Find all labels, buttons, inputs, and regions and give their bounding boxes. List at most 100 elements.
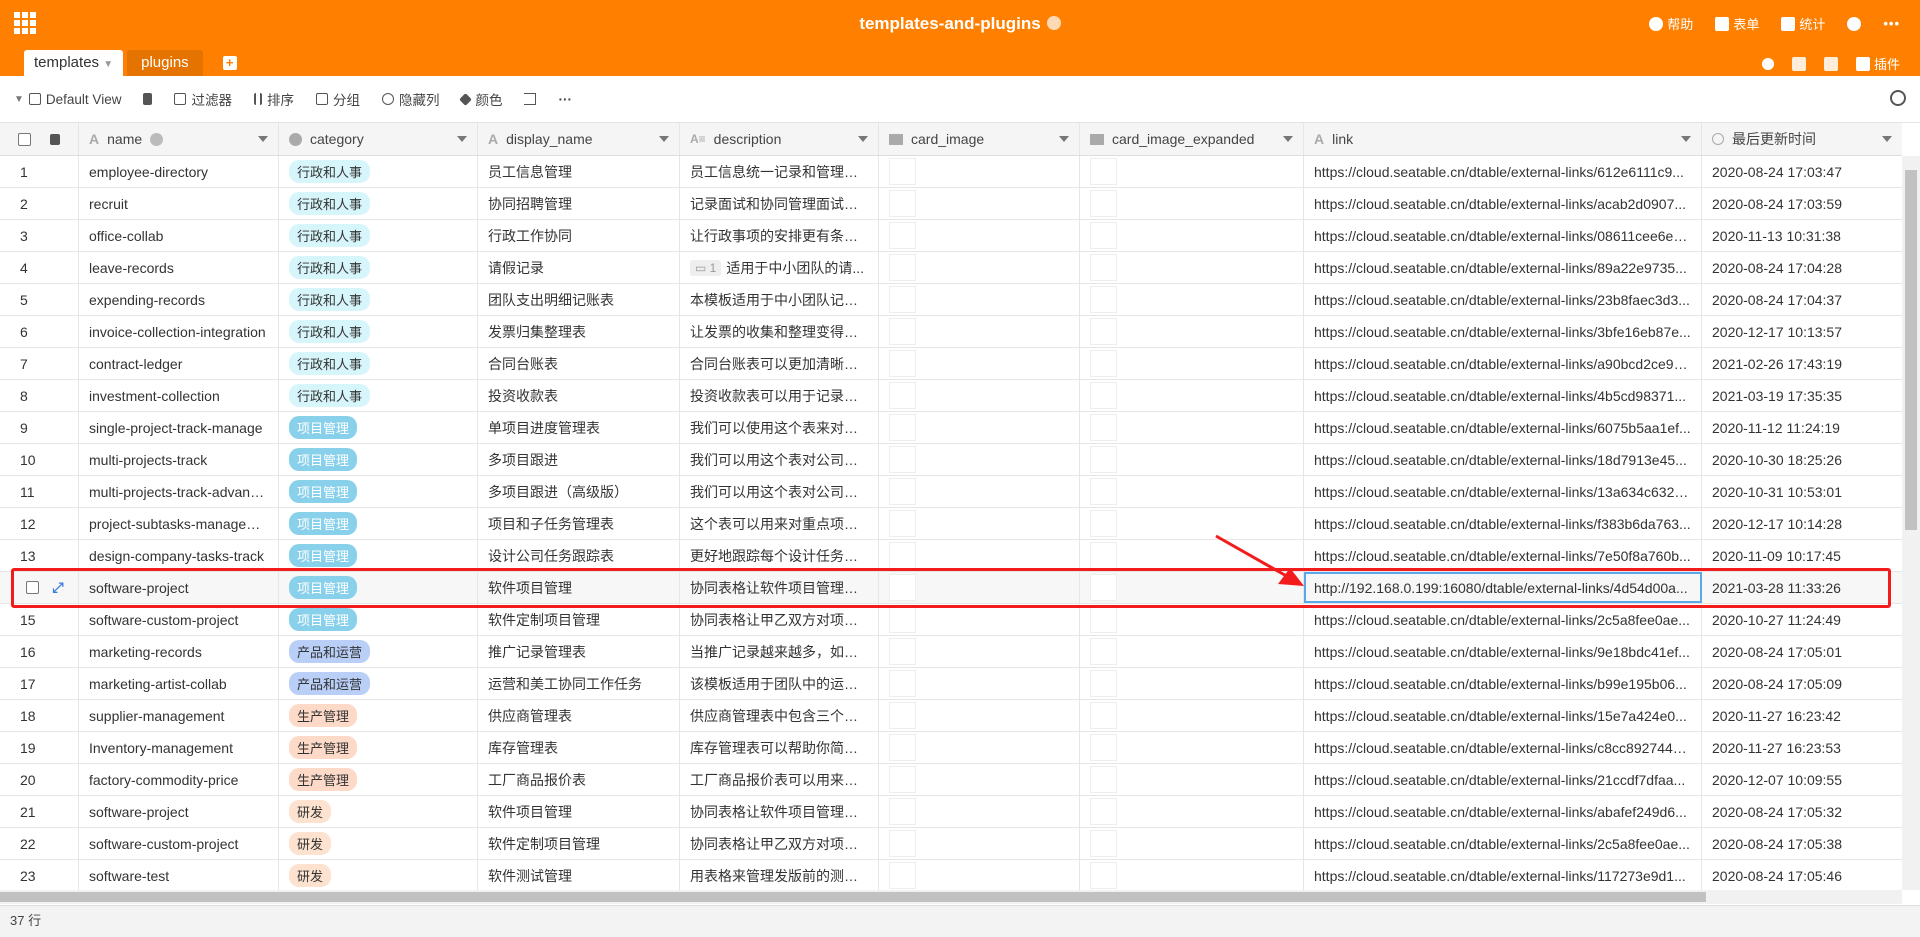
column-header-description[interactable]: A≡ description	[680, 123, 879, 155]
cell-category[interactable]: 行政和人事	[279, 252, 478, 283]
expand-row-icon[interactable]: ⤢	[52, 579, 63, 596]
cell-card-image[interactable]	[879, 860, 1080, 891]
table-row[interactable]: 22 software-custom-project 研发 软件定制项目管理 协…	[0, 828, 1902, 860]
cell-name[interactable]: office-collab	[79, 220, 279, 251]
cell-card-image-expanded[interactable]	[1080, 188, 1304, 219]
cell-card-image-expanded[interactable]	[1080, 316, 1304, 347]
cell-card-image[interactable]	[879, 348, 1080, 379]
cell-description[interactable]: 协同表格让软件项目管理更...	[680, 796, 879, 827]
cell-category[interactable]: 行政和人事	[279, 316, 478, 347]
cell-display-name[interactable]: 软件项目管理	[478, 796, 680, 827]
cell-link[interactable]: https://cloud.seatable.cn/dtable/externa…	[1304, 508, 1702, 539]
cell-name[interactable]: invoice-collection-integration	[79, 316, 279, 347]
share-icon[interactable]	[1761, 57, 1774, 70]
cell-display-name[interactable]: 库存管理表	[478, 732, 680, 763]
group-button[interactable]: 分组	[315, 89, 360, 109]
cell-card-image-expanded[interactable]	[1080, 252, 1304, 283]
cell-card-image-expanded[interactable]	[1080, 572, 1304, 603]
search-icon[interactable]	[1890, 90, 1906, 106]
cell-category[interactable]: 项目管理	[279, 476, 478, 507]
cell-link[interactable]: http://192.168.0.199:16080/dtable/extern…	[1304, 572, 1702, 603]
tab-plugins[interactable]: plugins	[127, 50, 203, 76]
cell-display-name[interactable]: 设计公司任务跟踪表	[478, 540, 680, 571]
cell-category[interactable]: 项目管理	[279, 572, 478, 603]
cell-display-name[interactable]: 运营和美工协同工作任务	[478, 668, 680, 699]
table-row[interactable]: 12 project-subtasks-managem... 项目管理 项目和子…	[0, 508, 1902, 540]
cell-card-image-expanded[interactable]	[1080, 444, 1304, 475]
cell-name[interactable]: project-subtasks-managem...	[79, 508, 279, 539]
cell-link[interactable]: https://cloud.seatable.cn/dtable/externa…	[1304, 860, 1702, 891]
cell-card-image[interactable]	[879, 732, 1080, 763]
cell-card-image[interactable]	[879, 220, 1080, 251]
view-selector[interactable]: ▼ Default View	[14, 92, 121, 107]
cell-card-image-expanded[interactable]	[1080, 636, 1304, 667]
cell-description[interactable]: 我们可以用这个表对公司中...	[680, 476, 879, 507]
cell-card-image-expanded[interactable]	[1080, 348, 1304, 379]
table-row[interactable]: 3 office-collab 行政和人事 行政工作协同 让行政事项的安排更有条…	[0, 220, 1902, 252]
cell-link[interactable]: https://cloud.seatable.cn/dtable/externa…	[1304, 476, 1702, 507]
cell-category[interactable]: 产品和运营	[279, 636, 478, 667]
cell-card-image[interactable]	[879, 572, 1080, 603]
cell-link[interactable]: https://cloud.seatable.cn/dtable/externa…	[1304, 700, 1702, 731]
cell-name[interactable]: software-custom-project	[79, 604, 279, 635]
cell-category[interactable]: 行政和人事	[279, 284, 478, 315]
cell-display-name[interactable]: 软件定制项目管理	[478, 604, 680, 635]
table-row[interactable]: 11 multi-projects-track-advanc... 项目管理 多…	[0, 476, 1902, 508]
chevron-down-icon[interactable]	[1681, 136, 1691, 142]
cell-category[interactable]: 研发	[279, 796, 478, 827]
cell-card-image-expanded[interactable]	[1080, 764, 1304, 795]
cell-name[interactable]: marketing-records	[79, 636, 279, 667]
add-table-button[interactable]: +	[222, 56, 237, 70]
cell-card-image[interactable]	[879, 508, 1080, 539]
cell-description[interactable]: 本模板适用于中小团队记录...	[680, 284, 879, 315]
cell-name[interactable]: supplier-management	[79, 700, 279, 731]
cell-description[interactable]: 更好地跟踪每个设计任务的...	[680, 540, 879, 571]
column-header-card-image-expanded[interactable]: card_image_expanded	[1080, 123, 1304, 155]
column-header-category[interactable]: category	[279, 123, 478, 155]
cell-card-image-expanded[interactable]	[1080, 380, 1304, 411]
cell-card-image[interactable]	[879, 444, 1080, 475]
hide-columns-button[interactable]: 隐藏列	[381, 89, 439, 109]
cell-display-name[interactable]: 单项目进度管理表	[478, 412, 680, 443]
cell-link[interactable]: https://cloud.seatable.cn/dtable/externa…	[1304, 156, 1702, 187]
cell-display-name[interactable]: 协同招聘管理	[478, 188, 680, 219]
table-row[interactable]: 9 single-project-track-manage 项目管理 单项目进度…	[0, 412, 1902, 444]
cell-display-name[interactable]: 多项目跟进（高级版）	[478, 476, 680, 507]
cell-card-image[interactable]	[879, 540, 1080, 571]
chevron-down-icon[interactable]	[1283, 136, 1293, 142]
table-row[interactable]: 17 marketing-artist-collab 产品和运营 运营和美工协同…	[0, 668, 1902, 700]
cell-name[interactable]: multi-projects-track	[79, 444, 279, 475]
help-button[interactable]: 帮助	[1649, 14, 1693, 33]
cell-category[interactable]: 生产管理	[279, 700, 478, 731]
cell-card-image-expanded[interactable]	[1080, 156, 1304, 187]
cell-link[interactable]: https://cloud.seatable.cn/dtable/externa…	[1304, 540, 1702, 571]
cell-category[interactable]: 行政和人事	[279, 380, 478, 411]
cell-card-image-expanded[interactable]	[1080, 220, 1304, 251]
archive-icon[interactable]	[1791, 56, 1806, 71]
table-row[interactable]: 18 supplier-management 生产管理 供应商管理表 供应商管理…	[0, 700, 1902, 732]
cell-name[interactable]: software-project	[79, 796, 279, 827]
cell-card-image-expanded[interactable]	[1080, 284, 1304, 315]
cell-name[interactable]: marketing-artist-collab	[79, 668, 279, 699]
row-height-button[interactable]	[524, 93, 537, 105]
cell-link[interactable]: https://cloud.seatable.cn/dtable/externa…	[1304, 348, 1702, 379]
chevron-down-icon[interactable]	[1059, 136, 1069, 142]
cell-category[interactable]: 生产管理	[279, 732, 478, 763]
cell-description[interactable]: 记录面试和协同管理面试。 ...	[680, 188, 879, 219]
cell-card-image-expanded[interactable]	[1080, 476, 1304, 507]
cell-card-image[interactable]	[879, 796, 1080, 827]
cell-display-name[interactable]: 投资收款表	[478, 380, 680, 411]
cell-description[interactable]: 供应商管理表中包含三个子...	[680, 700, 879, 731]
cell-category[interactable]: 行政和人事	[279, 188, 478, 219]
cell-card-image-expanded[interactable]	[1080, 732, 1304, 763]
table-row[interactable]: 2 recruit 行政和人事 协同招聘管理 记录面试和协同管理面试。 ... …	[0, 188, 1902, 220]
lock-icon[interactable]	[50, 133, 61, 145]
table-row[interactable]: 20 factory-commodity-price 生产管理 工厂商品报价表 …	[0, 764, 1902, 796]
cell-card-image-expanded[interactable]	[1080, 700, 1304, 731]
table-row[interactable]: 19 Inventory-management 生产管理 库存管理表 库存管理表…	[0, 732, 1902, 764]
cell-category[interactable]: 项目管理	[279, 540, 478, 571]
cell-card-image[interactable]	[879, 316, 1080, 347]
chevron-down-icon[interactable]	[1882, 136, 1892, 142]
cell-link[interactable]: https://cloud.seatable.cn/dtable/externa…	[1304, 444, 1702, 475]
cell-card-image[interactable]	[879, 604, 1080, 635]
